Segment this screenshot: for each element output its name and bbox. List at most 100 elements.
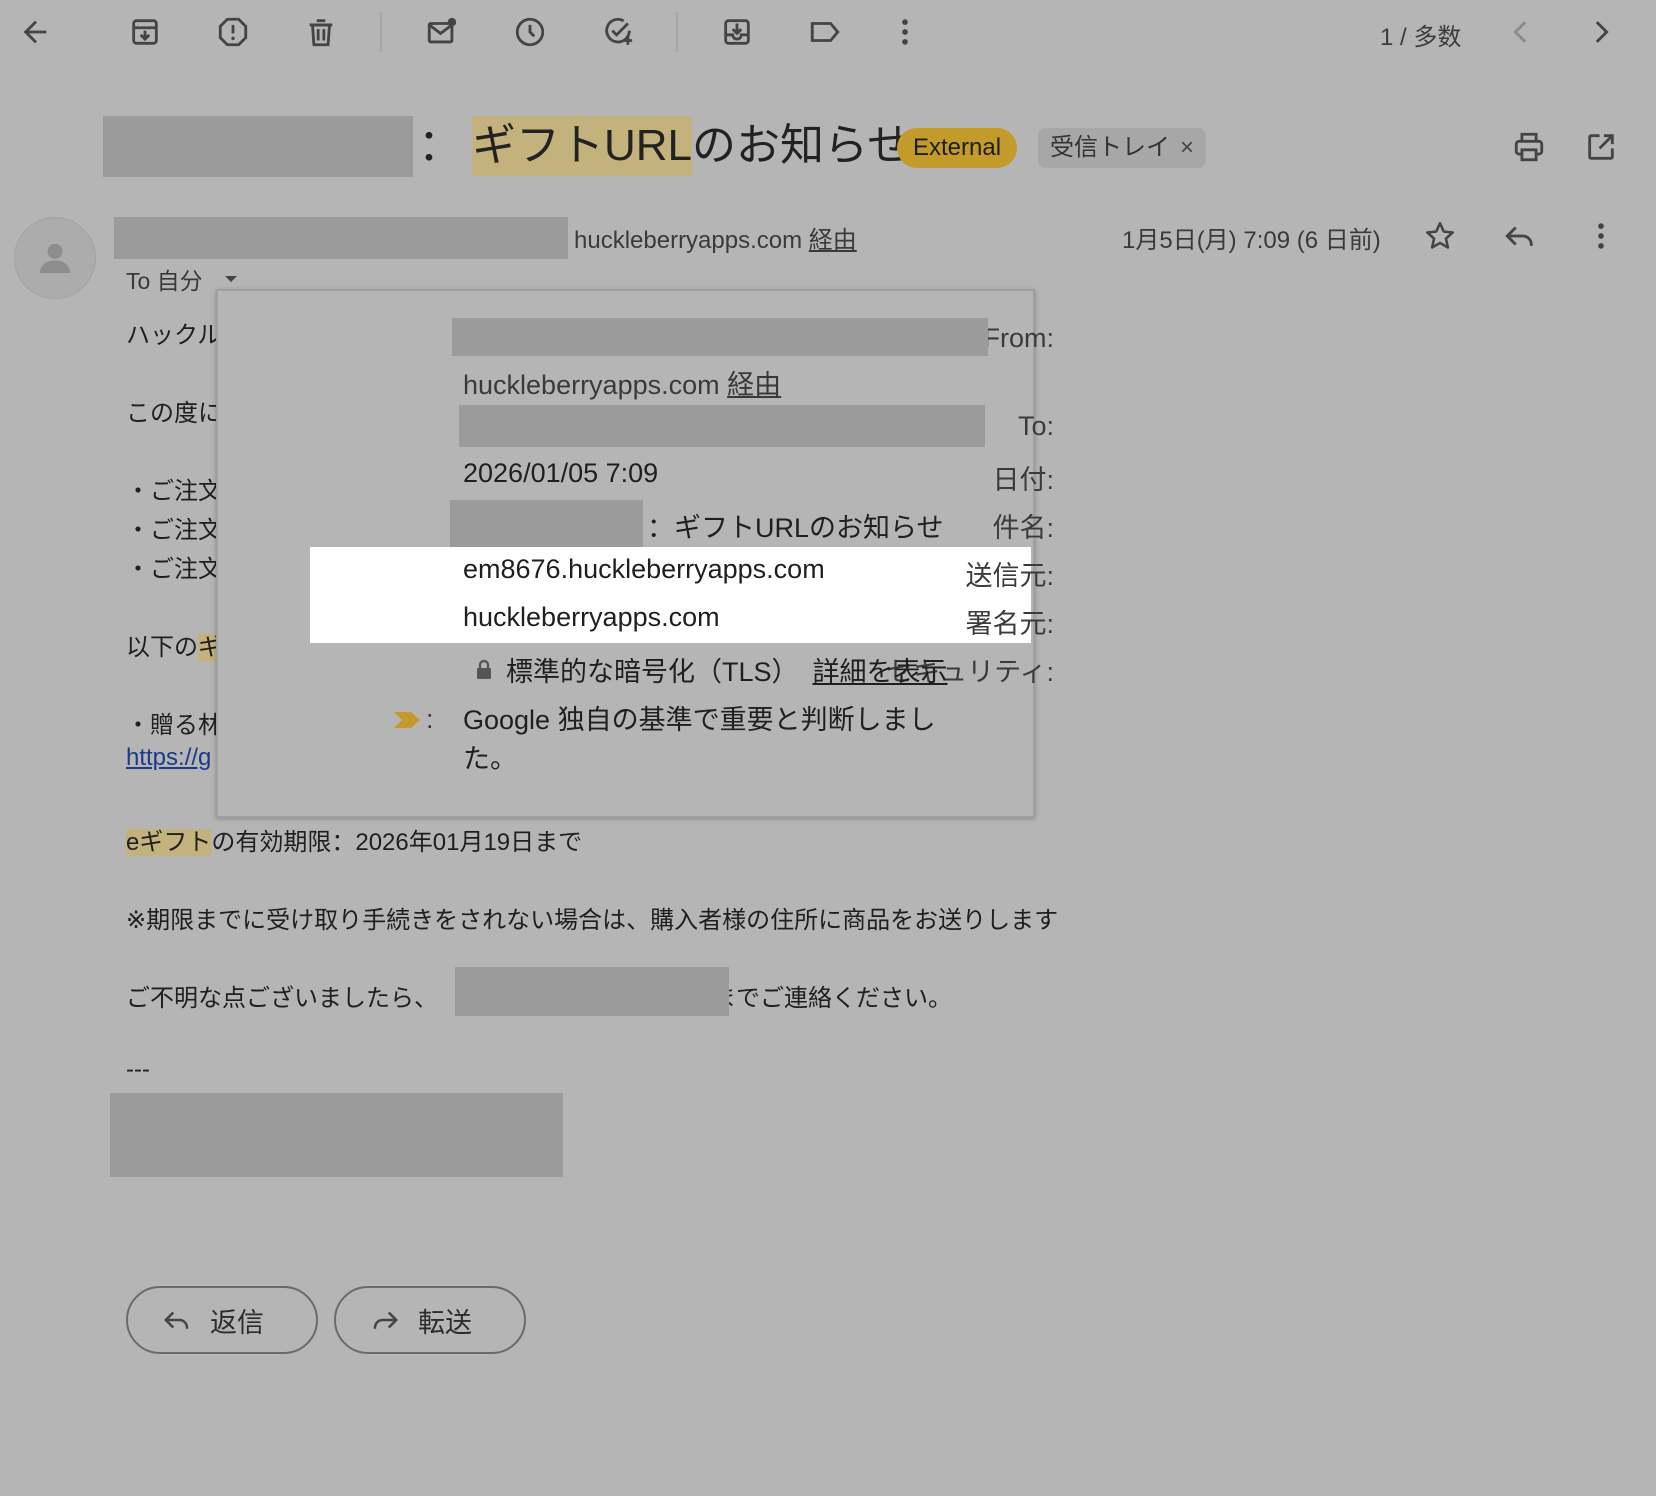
popup-subject-label: 件名: [992, 513, 1054, 543]
inbox-label-chip: 受信トレイ × [1038, 128, 1207, 168]
body-order-line: ・ご注文 [126, 478, 222, 505]
expiry-text: の有効期限：2026年01月19日まで [211, 829, 583, 856]
newer-button[interactable] [1497, 8, 1545, 56]
page-counter: 1 / 多数 [1380, 24, 1462, 51]
chevron-left-icon [1513, 21, 1527, 43]
star-icon [1425, 221, 1455, 249]
importance-colon: : [426, 704, 434, 734]
popup-importance-marker: : [392, 704, 434, 735]
inbox-label-text: 受信トレイ [1050, 134, 1170, 161]
popup-signed-by-label: 署名元: [965, 609, 1054, 639]
security-details-link[interactable]: 詳細を表示 [813, 650, 948, 689]
reply-action-button[interactable]: 返信 [126, 1286, 318, 1354]
popup-date-label: 日付: [992, 465, 1054, 495]
labels-button[interactable] [801, 8, 849, 56]
redacted-sender-name [114, 217, 568, 259]
email-date: 1月5日(月) 7:09 (6 日前) [1122, 227, 1381, 254]
email-subject: ：ギフトURLのお知らせ [418, 116, 911, 176]
body-expiry: eギフトの有効期限：2026年01月19日まで [126, 822, 582, 857]
popup-importance-line2: た。 [463, 744, 517, 774]
redacted-contact [455, 967, 729, 1016]
signature-separator: --- [126, 1056, 150, 1083]
move-to-inbox-icon [724, 19, 750, 45]
contact-text-post: までご連絡ください。 [712, 985, 952, 1012]
popup-via-link[interactable]: 経由 [727, 370, 781, 400]
print-all-button[interactable] [1505, 123, 1553, 171]
popup-mailed-by-value: em8676.huckleberryapps.com [463, 554, 825, 584]
open-in-new-icon [1588, 134, 1614, 160]
popup-date-value: 2026/01/05 7:09 [463, 458, 659, 488]
dropdown-arrow-icon [224, 276, 237, 282]
sender-via-domain: huckleberryapps.com [574, 227, 803, 254]
report-icon [218, 17, 248, 47]
print-icon [1514, 132, 1544, 162]
subject-rest: のお知らせ [692, 121, 912, 170]
importance-marker-icon [394, 711, 420, 728]
redacted-from [452, 318, 988, 356]
body-order-line: ・ご注文 [126, 517, 222, 544]
popup-from-via: huckleberryapps.com 経由 [463, 363, 781, 402]
toolbar-divider [676, 12, 678, 52]
popup-mailed-by-label: 送信元: [965, 561, 1054, 591]
label-icon [810, 22, 840, 42]
security-text: 標準的な暗号化（TLS） [506, 657, 799, 687]
redacted-popup-subject [450, 500, 643, 547]
open-in-new-window-button[interactable] [1577, 123, 1625, 171]
popup-importance-line1: Google 独自の基準で重要と判断しまし [463, 705, 936, 735]
back-button[interactable] [11, 8, 59, 56]
body-order-line: ・ご注文 [126, 556, 222, 583]
sender-via: huckleberryapps.com 経由 [574, 220, 857, 255]
redacted-to [459, 405, 985, 447]
report-spam-button[interactable] [209, 8, 257, 56]
gift-url-link[interactable]: https://g [126, 744, 211, 772]
popup-subject-value: ：ギフトURLのお知らせ [647, 513, 944, 543]
body-intro: この度に [126, 400, 222, 427]
popup-signed-by-value: huckleberryapps.com [463, 602, 720, 632]
mail-unread-icon [427, 17, 457, 44]
external-badge: External [897, 128, 1018, 168]
popup-security-value: 標準的な暗号化（TLS） 詳細を表示 [472, 650, 948, 689]
body-gift-line: ・贈る林 [126, 712, 222, 739]
reply-icon [163, 1311, 189, 1329]
more-options-button[interactable] [881, 8, 929, 56]
more-vert-icon [902, 19, 908, 45]
move-to-button[interactable] [713, 8, 761, 56]
avatar [14, 217, 96, 299]
trash-icon [309, 19, 333, 47]
mark-unread-button[interactable] [418, 8, 466, 56]
add-to-tasks-button[interactable] [594, 8, 642, 56]
arrow-left-icon [23, 20, 47, 44]
forward-action-button[interactable]: 転送 [334, 1286, 526, 1354]
popup-from-via-domain: huckleberryapps.com [463, 370, 720, 400]
via-link[interactable]: 経由 [809, 227, 857, 254]
subject-highlight: ギフトURL [472, 116, 693, 176]
body-following: 以下のギ [126, 627, 222, 662]
body-notice: ※期限までに受け取り手続きをされない場合は、購入者様の住所に商品をお送りします [126, 907, 1059, 934]
reply-button[interactable] [1496, 212, 1544, 260]
archive-icon [132, 19, 158, 45]
delete-button[interactable] [297, 8, 345, 56]
lock-icon [477, 659, 491, 679]
clock-icon [515, 17, 545, 47]
contact-text-pre: ご不明な点ございましたら、 [126, 985, 438, 1012]
forward-icon [373, 1311, 399, 1329]
more-vert-icon [1598, 223, 1604, 249]
message-more-button[interactable] [1577, 212, 1625, 260]
redacted-subject-prefix [103, 116, 413, 177]
redacted-signature [110, 1093, 563, 1177]
older-button[interactable] [1577, 8, 1625, 56]
subject-separator: ： [418, 121, 462, 170]
forward-action-label: 転送 [418, 1307, 472, 1338]
person-icon [40, 243, 70, 273]
archive-button[interactable] [121, 8, 169, 56]
remove-label-button[interactable]: × [1180, 128, 1194, 168]
popup-to-label: To: [1017, 411, 1054, 441]
toolbar-divider [380, 12, 382, 52]
star-button[interactable] [1416, 212, 1464, 260]
body-greeting: ハックル [126, 322, 222, 349]
reply-action-label: 返信 [210, 1307, 264, 1338]
snooze-button[interactable] [506, 8, 554, 56]
popup-from-label: From: [983, 323, 1055, 353]
body-following-text: 以下の [126, 634, 198, 661]
chevron-right-icon [1595, 21, 1609, 43]
